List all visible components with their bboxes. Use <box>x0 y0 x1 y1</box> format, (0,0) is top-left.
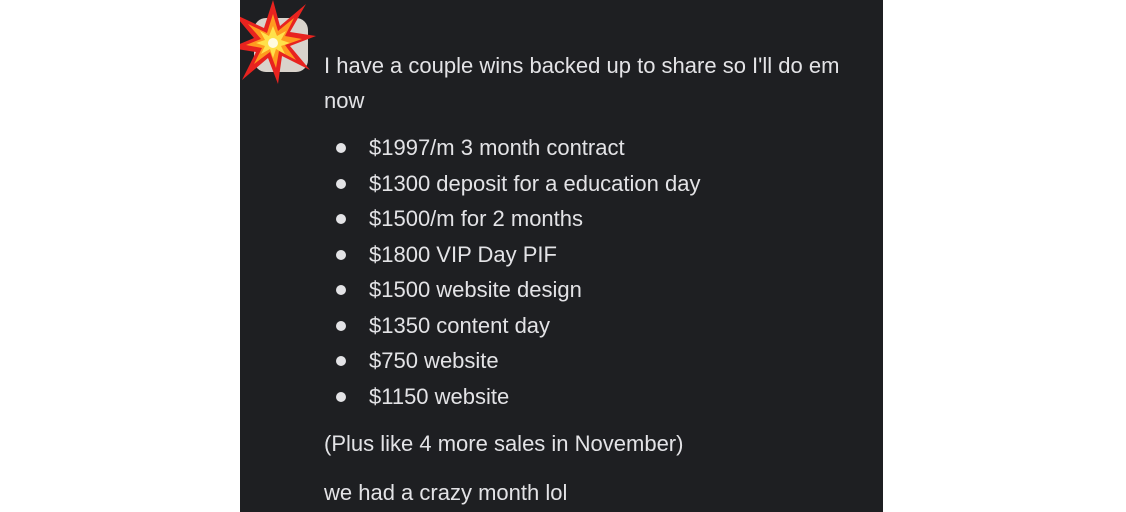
message-intro: I have a couple wins backed up to share … <box>324 53 840 113</box>
list-item: $1800 VIP Day PIF <box>324 237 876 273</box>
list-item: $1150 website <box>324 379 876 415</box>
message-closing: we had a crazy month lol <box>324 480 568 505</box>
list-item-text: $1500 website design <box>369 277 582 302</box>
list-item: $750 website <box>324 343 876 379</box>
list-item: $1500/m for 2 months <box>324 201 876 237</box>
list-item-text: $750 website <box>369 348 499 373</box>
collision-burst-icon <box>240 0 316 84</box>
bullet-icon <box>336 214 346 224</box>
message-body: I have a couple wins backed up to share … <box>324 48 876 510</box>
bullet-icon <box>336 285 346 295</box>
bullet-icon <box>336 320 346 331</box>
bullet-icon <box>336 143 346 153</box>
list-item: $1997/m 3 month contract <box>324 130 876 166</box>
bullet-icon <box>336 391 346 402</box>
message-after-list: (Plus like 4 more sales in November) <box>324 431 684 456</box>
list-item-text: $1300 deposit for a education day <box>369 170 701 196</box>
list-item-text: $1150 website <box>369 383 510 409</box>
wins-list: $1997/m 3 month contract $1300 deposit f… <box>324 130 876 414</box>
list-item-text: $1800 VIP Day PIF <box>369 241 557 267</box>
bullet-icon <box>336 249 346 260</box>
list-item-text: $1500/m for 2 months <box>369 206 584 231</box>
list-item-text: $1997/m 3 month contract <box>369 135 625 160</box>
bullet-icon <box>336 356 346 366</box>
list-item: $1500 website design <box>324 272 876 308</box>
chat-message-panel: I have a couple wins backed up to share … <box>240 0 883 512</box>
list-item-text: $1350 content day <box>369 312 551 338</box>
list-item: $1350 content day <box>324 308 876 344</box>
bullet-icon <box>336 178 346 189</box>
list-item: $1300 deposit for a education day <box>324 166 876 202</box>
